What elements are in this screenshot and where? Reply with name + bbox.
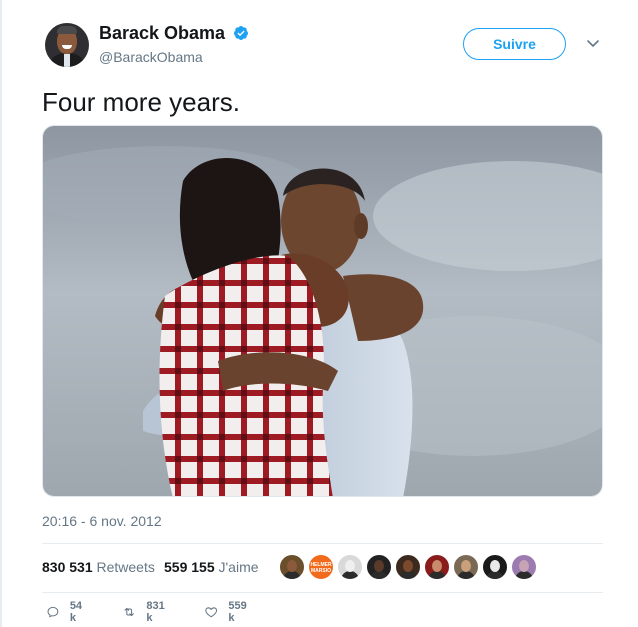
likes-label: J'aime [218, 559, 259, 575]
tweet-photo[interactable] [42, 125, 603, 497]
follow-button[interactable]: Suivre [463, 28, 566, 60]
retweets-label: Retweets [96, 559, 155, 575]
avatar-shirt [64, 54, 70, 67]
liker-avatar-body [486, 571, 504, 579]
liker-avatar-face [461, 560, 471, 572]
liker-avatar-face [287, 560, 297, 572]
retweet-button[interactable]: 831 k [122, 600, 168, 624]
liker-avatar[interactable] [482, 554, 508, 580]
liker-avatar-body [370, 571, 388, 579]
liker-avatar-body [457, 571, 475, 579]
chevron-down-icon[interactable] [585, 38, 601, 50]
liker-avatar[interactable] [511, 554, 537, 580]
left-border [0, 0, 2, 627]
liker-avatar[interactable] [453, 554, 479, 580]
tweet-card: Barack Obama @BarackObama Suivre Four mo… [0, 0, 638, 627]
liker-avatar-face [374, 560, 384, 572]
author-handle[interactable]: @BarackObama [99, 48, 203, 66]
reply-button[interactable]: 54 k [46, 600, 86, 624]
reply-count: 54 k [69, 600, 83, 624]
liker-avatar[interactable] [366, 554, 392, 580]
liker-avatar[interactable] [395, 554, 421, 580]
liker-avatar-face [519, 560, 529, 572]
stats-divider-top [42, 543, 603, 544]
liker-avatar-body [283, 571, 301, 579]
liker-avatar-body [428, 571, 446, 579]
liker-avatar-body [399, 571, 417, 579]
retweet-count: 831 k [146, 600, 165, 624]
liker-avatar-face [403, 560, 413, 572]
retweet-icon [124, 607, 134, 617]
liker-avatar-text: HELMER MARSIO [310, 562, 332, 574]
liker-avatar-body [515, 571, 533, 579]
liker-avatar-face [345, 560, 355, 572]
liker-avatar-face [432, 560, 442, 572]
stats-divider-bottom [42, 592, 603, 593]
likes-count: 559 155 [164, 559, 215, 575]
likes-stat[interactable]: 559 155 J'aime [164, 558, 259, 576]
avatar[interactable] [45, 23, 89, 67]
avatar-hair [57, 26, 77, 34]
tweet-timestamp[interactable]: 20:16 - 6 nov. 2012 [42, 512, 162, 530]
reply-icon [47, 606, 59, 618]
retweets-stat[interactable]: 830 531 Retweets [42, 558, 155, 576]
liker-avatar[interactable]: HELMER MARSIO [308, 554, 334, 580]
liker-avatar[interactable] [424, 554, 450, 580]
like-button[interactable]: 559 k [204, 600, 250, 624]
liker-avatar[interactable] [337, 554, 363, 580]
liker-avatar[interactable] [279, 554, 305, 580]
author-name[interactable]: Barack Obama [99, 22, 225, 44]
tweet-text: Four more years. [42, 87, 240, 117]
like-count: 559 k [228, 600, 247, 624]
verified-badge-icon [233, 26, 248, 40]
liker-avatar-body [341, 571, 359, 579]
heart-icon [205, 607, 218, 618]
photo-image [43, 126, 602, 496]
liker-avatar-face [490, 560, 500, 572]
retweets-count: 830 531 [42, 559, 93, 575]
